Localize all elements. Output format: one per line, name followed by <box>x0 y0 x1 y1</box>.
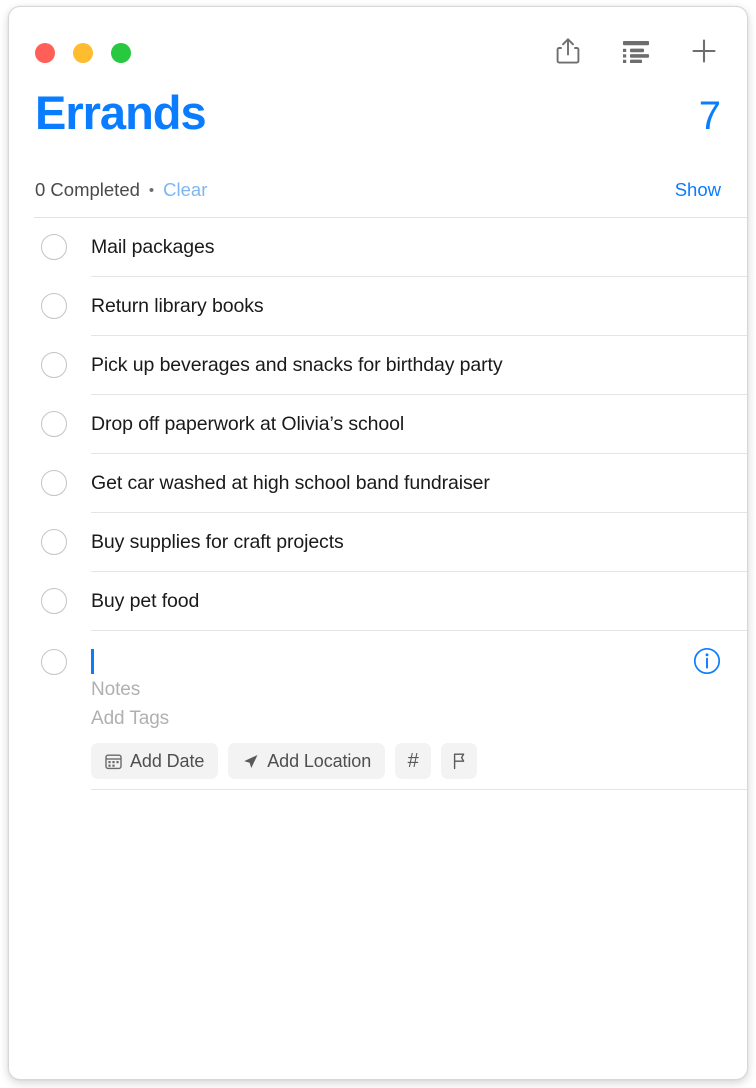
add-date-label: Add Date <box>130 750 205 771</box>
table-row[interactable]: Mail packages <box>9 218 747 276</box>
reminder-title: Pick up beverages and snacks for birthda… <box>91 353 503 376</box>
window-titlebar <box>9 7 747 89</box>
complete-toggle-circle[interactable] <box>41 588 67 614</box>
reminder-title: Mail packages <box>91 235 215 258</box>
clear-completed-button[interactable]: Clear <box>163 179 207 201</box>
quick-action-chips: Add Date Add Location # <box>91 743 747 779</box>
table-row[interactable]: Buy pet food <box>9 572 747 630</box>
reminders-list: Mail packages Return library books Pick … <box>9 217 747 790</box>
table-row[interactable]: Pick up beverages and snacks for birthda… <box>9 336 747 394</box>
complete-toggle-circle[interactable] <box>41 352 67 378</box>
completed-group: 0 Completed • Clear <box>35 179 207 201</box>
reminder-title: Buy supplies for craft projects <box>91 530 344 553</box>
new-reminder-title-field[interactable] <box>91 647 747 675</box>
share-icon <box>556 37 580 65</box>
hash-icon: # <box>407 750 419 772</box>
new-reminder-editor: Notes Add Tags Add Date Add Location # <box>91 647 747 779</box>
complete-toggle-circle[interactable] <box>41 529 67 555</box>
info-circle-icon <box>693 647 721 678</box>
add-location-button[interactable]: Add Location <box>228 743 386 779</box>
add-location-label: Add Location <box>267 750 372 771</box>
page-title: Errands <box>35 86 207 139</box>
reminder-count: 7 <box>698 94 721 138</box>
tags-field[interactable]: Add Tags <box>91 704 747 733</box>
add-date-button[interactable]: Add Date <box>91 743 219 779</box>
add-tag-button[interactable]: # <box>395 743 432 779</box>
flag-icon <box>451 752 468 770</box>
close-button[interactable] <box>35 43 55 63</box>
complete-toggle-circle[interactable] <box>41 649 67 675</box>
list-header: Errands 7 0 Completed • Clear Show <box>9 89 747 217</box>
calendar-icon <box>105 753 122 770</box>
table-row[interactable]: Return library books <box>9 277 747 335</box>
reminder-title: Drop off paperwork at Olivia’s school <box>91 412 405 435</box>
list-view-icon <box>621 39 651 63</box>
toolbar <box>551 33 721 69</box>
notes-field[interactable]: Notes <box>91 675 747 704</box>
minimize-button[interactable] <box>73 43 93 63</box>
reminder-title: Return library books <box>91 294 264 317</box>
share-button[interactable] <box>551 33 585 69</box>
complete-toggle-circle[interactable] <box>41 234 67 260</box>
traffic-light-group <box>35 43 131 63</box>
new-reminder-bottom-separator <box>91 789 747 790</box>
meta-separator-dot: • <box>148 181 155 199</box>
reminder-title: Buy pet food <box>91 589 200 612</box>
location-arrow-icon <box>242 753 259 770</box>
zoom-button[interactable] <box>111 43 131 63</box>
list-view-button[interactable] <box>619 33 653 69</box>
show-completed-button[interactable]: Show <box>675 179 721 201</box>
completed-meta-row: 0 Completed • Clear Show <box>35 155 721 217</box>
table-row[interactable]: Get car washed at high school band fundr… <box>9 454 747 512</box>
table-row[interactable]: Buy supplies for craft projects <box>9 513 747 571</box>
text-cursor <box>91 648 94 674</box>
reminders-window: Errands 7 0 Completed • Clear Show Mail … <box>8 6 748 1080</box>
completed-count-label: 0 Completed <box>35 179 140 200</box>
add-flag-button[interactable] <box>441 743 478 779</box>
title-row: Errands 7 <box>35 89 721 155</box>
reminder-title: Get car washed at high school band fundr… <box>91 471 490 494</box>
complete-toggle-circle[interactable] <box>41 470 67 496</box>
reminder-info-button[interactable] <box>693 647 721 675</box>
add-reminder-button[interactable] <box>687 33 721 69</box>
table-row[interactable]: Drop off paperwork at Olivia’s school <box>9 395 747 453</box>
new-reminder-row[interactable]: Notes Add Tags Add Date Add Location # <box>9 631 747 789</box>
complete-toggle-circle[interactable] <box>41 411 67 437</box>
plus-icon <box>691 38 717 64</box>
complete-toggle-circle[interactable] <box>41 293 67 319</box>
